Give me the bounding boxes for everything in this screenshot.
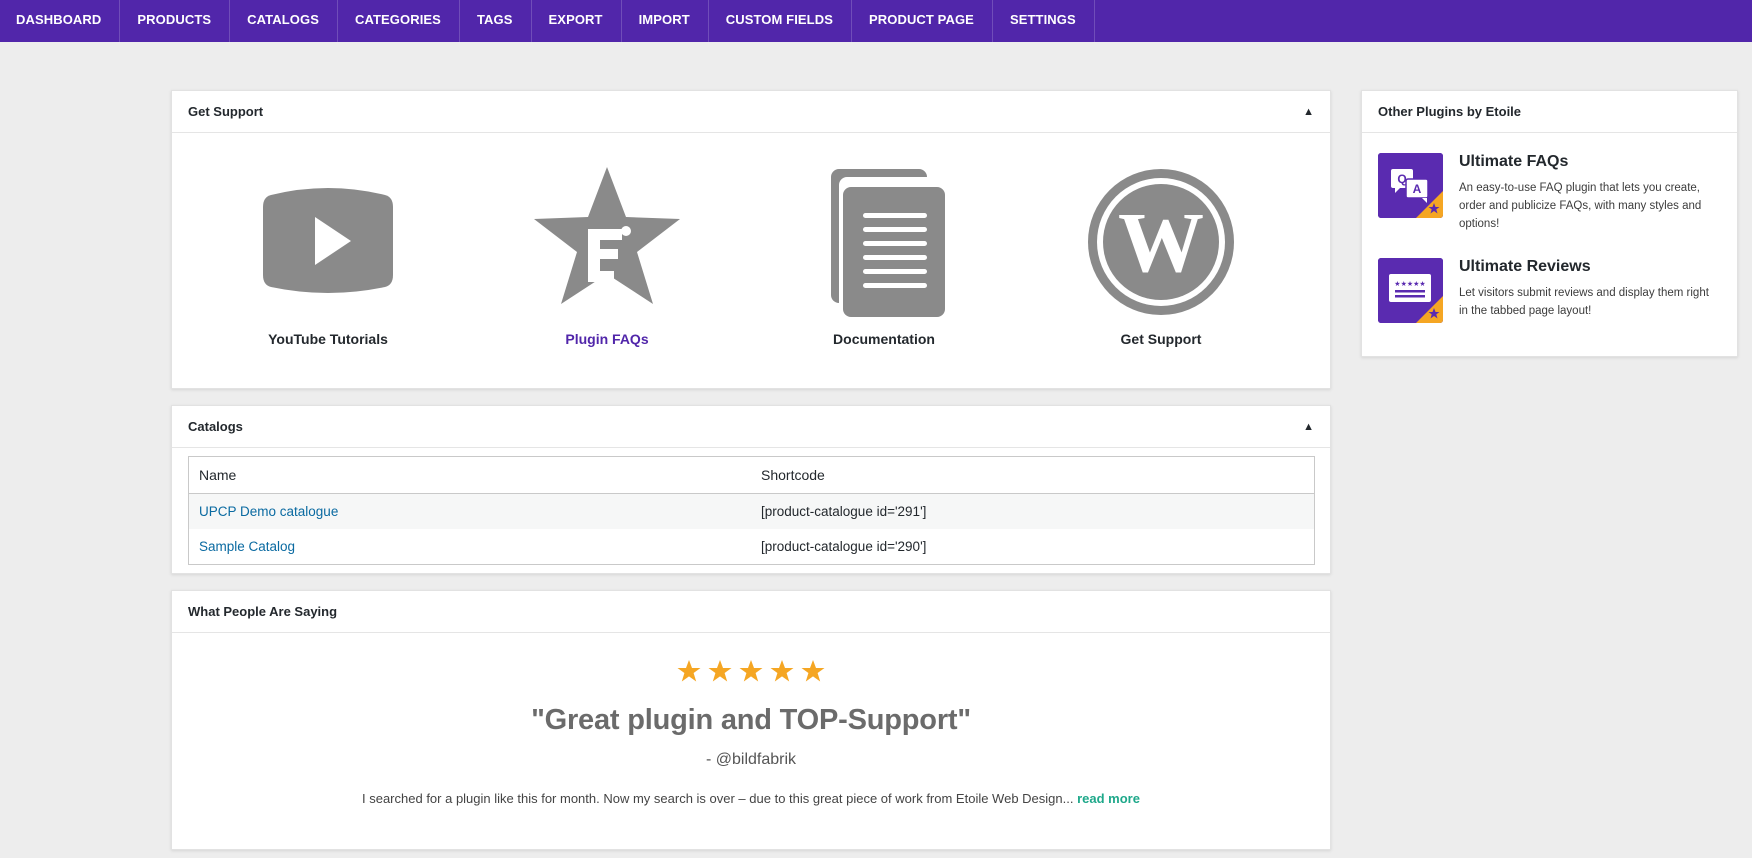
collapse-toggle-icon[interactable]: ▲ <box>1303 421 1314 433</box>
reviews-panel-title: What People Are Saying <box>188 604 338 619</box>
other-plugins-title: Other Plugins by Etoile <box>1378 104 1522 119</box>
read-more-link[interactable]: read more <box>1077 791 1140 806</box>
support-item-plugin-faqs[interactable]: Plugin FAQs <box>517 167 697 347</box>
support-panel: Get Support ▲ YouTube Tutorials Plugin F… <box>171 90 1331 389</box>
catalog-name-cell: UPCP Demo catalogue <box>188 493 751 529</box>
catalogs-panel: Catalogs ▲ Name Shortcode UPCP Demo cata… <box>171 405 1331 574</box>
documentation-icon <box>831 169 945 317</box>
plugin-description: Let visitors submit reviews and display … <box>1459 287 1709 317</box>
support-item-get-support[interactable]: W Get Support <box>1071 167 1251 347</box>
review-author: - @bildfabrik <box>705 751 797 768</box>
svg-text:W: W <box>1118 194 1204 290</box>
star-icon <box>739 660 763 682</box>
faq-star-icon <box>534 167 680 304</box>
nav-catalogs[interactable]: CATALOGS <box>230 0 338 42</box>
plugin-title[interactable]: Ultimate FAQs <box>1459 153 1568 171</box>
review-excerpt: I searched for a plugin like this for mo… <box>362 791 1074 806</box>
other-plugins-panel: Other Plugins by Etoile Q A Ultimate FAQ… <box>1361 90 1738 357</box>
reviews-plugin-icon: ★★★★★ <box>1378 258 1443 323</box>
svg-text:★★★★★: ★★★★★ <box>1394 280 1425 288</box>
support-item-label: Documentation <box>833 331 935 347</box>
nav-dashboard[interactable]: DASHBOARD <box>0 0 121 42</box>
support-item-youtube[interactable]: YouTube Tutorials <box>238 167 418 347</box>
catalogs-table: Name Shortcode UPCP Demo catalogue [prod… <box>188 456 1315 565</box>
catalog-shortcode: [product-catalogue id='290'] <box>761 539 927 554</box>
collapse-toggle-icon[interactable]: ▲ <box>1303 106 1314 118</box>
plugin-description: An easy-to-use FAQ plugin that lets you … <box>1459 182 1702 230</box>
star-icon <box>801 660 825 682</box>
svg-text:A: A <box>1413 182 1422 196</box>
support-panel-title: Get Support <box>188 104 264 119</box>
column-header-shortcode: Shortcode <box>751 456 1315 494</box>
nav-product-page[interactable]: PRODUCT PAGE <box>852 0 993 42</box>
catalog-link[interactable]: Sample Catalog <box>199 539 295 554</box>
nav-custom-fields[interactable]: CUSTOM FIELDS <box>709 0 852 42</box>
top-nav: DASHBOARD PRODUCTS CATALOGS CATEGORIES T… <box>0 0 1752 42</box>
catalogs-panel-title: Catalogs <box>188 419 243 434</box>
support-item-label: YouTube Tutorials <box>268 331 388 347</box>
nav-tags[interactable]: TAGS <box>460 0 532 42</box>
table-header-row: Name Shortcode <box>188 456 1315 494</box>
reviews-panel-header: What People Are Saying <box>172 591 1330 633</box>
reviews-panel: What People Are Saying "Great plugin and… <box>171 590 1331 850</box>
star-rating <box>172 659 1330 687</box>
star-icon <box>677 660 701 682</box>
nav-settings[interactable]: SETTINGS <box>993 0 1095 42</box>
catalog-link[interactable]: UPCP Demo catalogue <box>199 504 338 519</box>
wordpress-icon: W <box>1088 169 1234 315</box>
table-row: UPCP Demo catalogue [product-catalogue i… <box>188 493 1315 529</box>
support-item-label: Get Support <box>1120 331 1202 347</box>
support-panel-header: Get Support ▲ <box>172 91 1330 133</box>
catalog-name-cell: Sample Catalog <box>189 529 752 565</box>
star-icon <box>708 660 732 682</box>
catalog-shortcode: [product-catalogue id='291'] <box>751 493 1315 529</box>
nav-import[interactable]: IMPORT <box>622 0 709 42</box>
column-header-name: Name <box>188 456 751 494</box>
other-plugins-header: Other Plugins by Etoile <box>1362 91 1737 133</box>
review-quote: "Great plugin and TOP-Support" <box>531 704 971 736</box>
nav-products[interactable]: PRODUCTS <box>120 0 231 42</box>
faq-plugin-icon: Q A <box>1378 153 1443 218</box>
nav-export[interactable]: EXPORT <box>532 0 622 42</box>
catalogs-panel-header: Catalogs ▲ <box>172 406 1330 448</box>
support-item-label: Plugin FAQs <box>565 331 649 347</box>
support-item-documentation[interactable]: Documentation <box>794 167 974 347</box>
youtube-icon <box>263 188 393 293</box>
plugin-title[interactable]: Ultimate Reviews <box>1459 258 1591 276</box>
table-row: Sample Catalog [product-catalogue id='29… <box>189 529 1315 565</box>
review-excerpt-line: I searched for a plugin like this for mo… <box>172 791 1330 806</box>
nav-categories[interactable]: CATEGORIES <box>338 0 460 42</box>
star-icon <box>770 660 794 682</box>
